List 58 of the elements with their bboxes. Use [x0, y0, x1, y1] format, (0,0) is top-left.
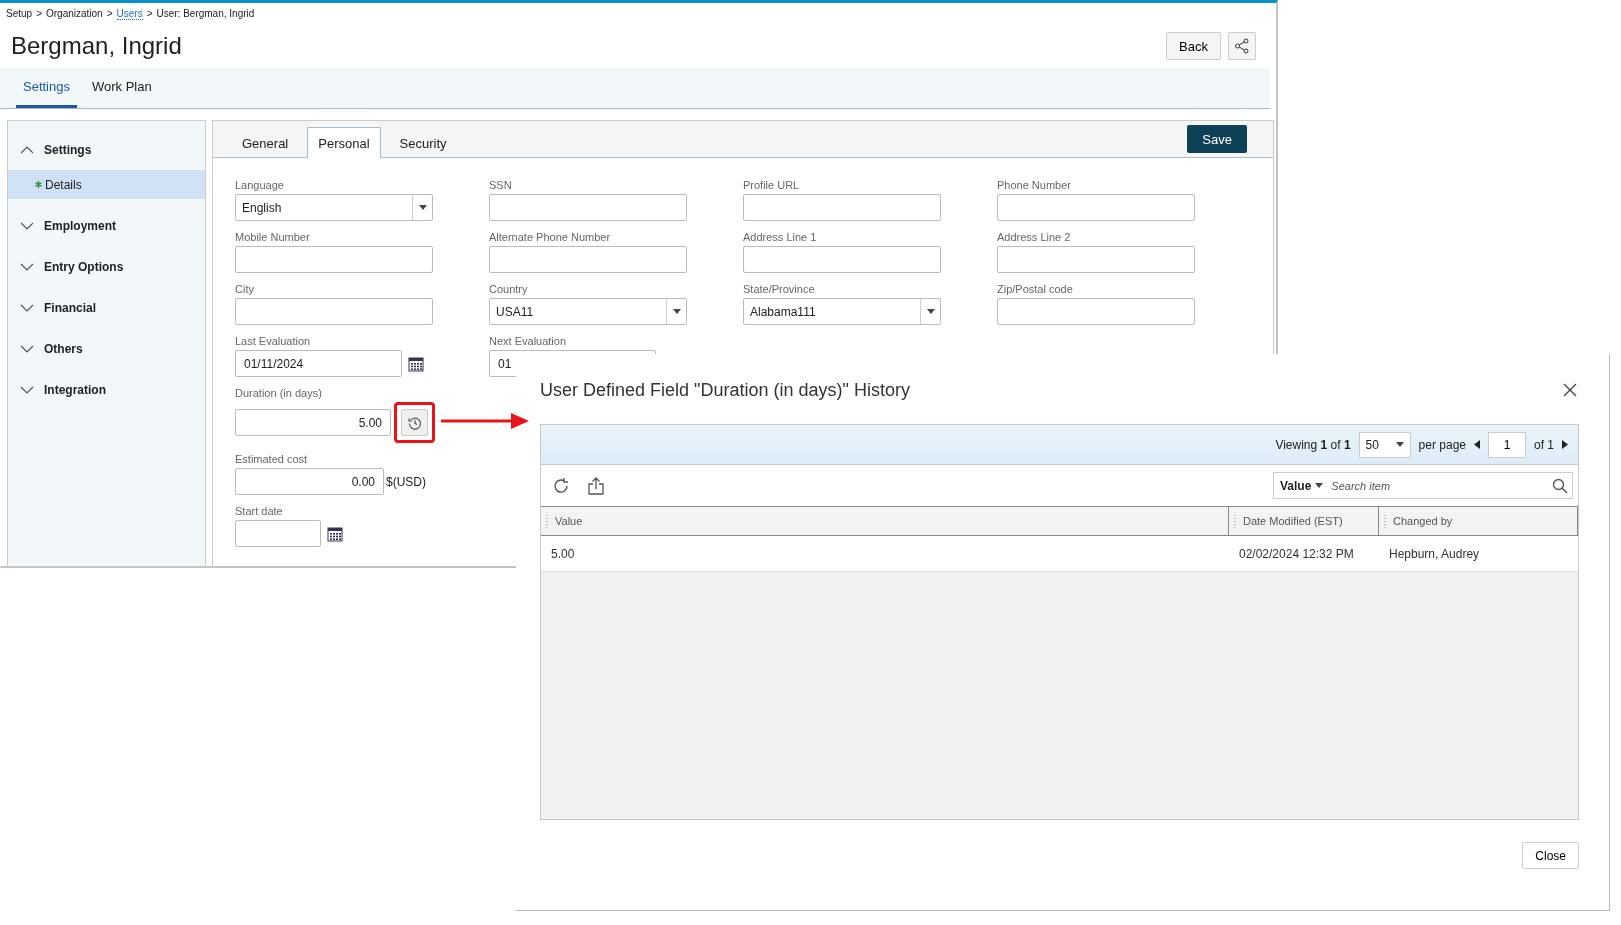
breadcrumb-link[interactable]: Users: [116, 8, 143, 20]
field-label: Language: [235, 179, 285, 191]
viewing-text: Viewing 1 of 1: [1275, 437, 1351, 452]
field-label: Start date: [235, 505, 284, 517]
page-title: Bergman, Ingrid: [11, 32, 182, 60]
field-label: Profile URL: [743, 179, 801, 191]
dropdown[interactable]: Alabama111: [743, 298, 941, 325]
field-label: Zip/Postal code: [997, 283, 1074, 295]
field-label: Estimated cost: [235, 453, 309, 465]
currency-unit: $(USD): [386, 474, 426, 489]
dropdown[interactable]: English: [235, 194, 433, 221]
date-field[interactable]: 01/11/2024: [235, 350, 402, 377]
field-label: Alternate Phone Number: [489, 231, 612, 243]
dialog-title: User Defined Field "Duration (in days)" History: [540, 379, 910, 401]
close-button[interactable]: Close: [1522, 842, 1579, 869]
field-label: Mobile Number: [235, 231, 311, 243]
field-label: Next Evaluation: [489, 335, 568, 347]
table-cell-text: Hepburn, Audrey: [1388, 545, 1481, 563]
field-label: Last Evaluation: [235, 335, 312, 347]
breadcrumb-separator: >: [36, 8, 42, 20]
number-field[interactable]: 0.00: [235, 468, 384, 495]
field-label: Address Line 1: [743, 231, 818, 243]
field-label: Address Line 2: [997, 231, 1072, 243]
breadcrumb-item: Organization: [46, 8, 103, 20]
breadcrumb-item: User: Bergman, Ingrid: [156, 8, 255, 20]
table-cell-text: 5.00: [550, 545, 576, 563]
sidebar-group[interactable]: Others: [8, 328, 205, 369]
breadcrumb-separator: >: [106, 8, 113, 20]
field-label: Phone Number: [997, 179, 1072, 191]
sidebar-group[interactable]: Financial: [8, 287, 205, 328]
tab[interactable]: Personal: [307, 127, 381, 158]
field-label: City: [235, 283, 255, 295]
save-button[interactable]: Save: [1187, 125, 1247, 153]
search-field[interactable]: Value Search item: [1273, 472, 1573, 499]
back-button[interactable]: Back: [1166, 32, 1221, 60]
number-field[interactable]: 5.00: [235, 409, 391, 436]
breadcrumb-item: Setup: [6, 8, 33, 20]
dropdown[interactable]: USA11: [489, 298, 687, 325]
page-size-select[interactable]: 50: [1358, 431, 1411, 458]
tab[interactable]: Security: [388, 127, 458, 158]
field-label: State/Province: [743, 283, 816, 295]
tab[interactable]: General: [231, 127, 300, 158]
search-field-selector[interactable]: Value: [1280, 478, 1324, 493]
sidebar-item[interactable]: Details: [8, 170, 205, 199]
table-cell-text: 02/02/2024 12:32 PM: [1238, 545, 1355, 563]
sidebar-group[interactable]: Settings: [8, 129, 205, 170]
sidebar-group[interactable]: Integration: [8, 369, 205, 410]
breadcrumb-separator: >: [146, 8, 153, 20]
field-label: Duration (in days): [235, 387, 323, 399]
field-label: Country: [489, 283, 529, 295]
tab[interactable]: Settings: [16, 68, 77, 108]
field-label: SSN: [489, 179, 513, 191]
sidebar-group[interactable]: Entry Options: [8, 246, 205, 287]
page-count-text: of 1: [1534, 437, 1554, 452]
per-page-text: per page: [1418, 437, 1466, 452]
sidebar-group[interactable]: Employment: [8, 205, 205, 246]
page-input[interactable]: 1: [1488, 431, 1526, 458]
tab[interactable]: Work Plan: [85, 68, 159, 108]
